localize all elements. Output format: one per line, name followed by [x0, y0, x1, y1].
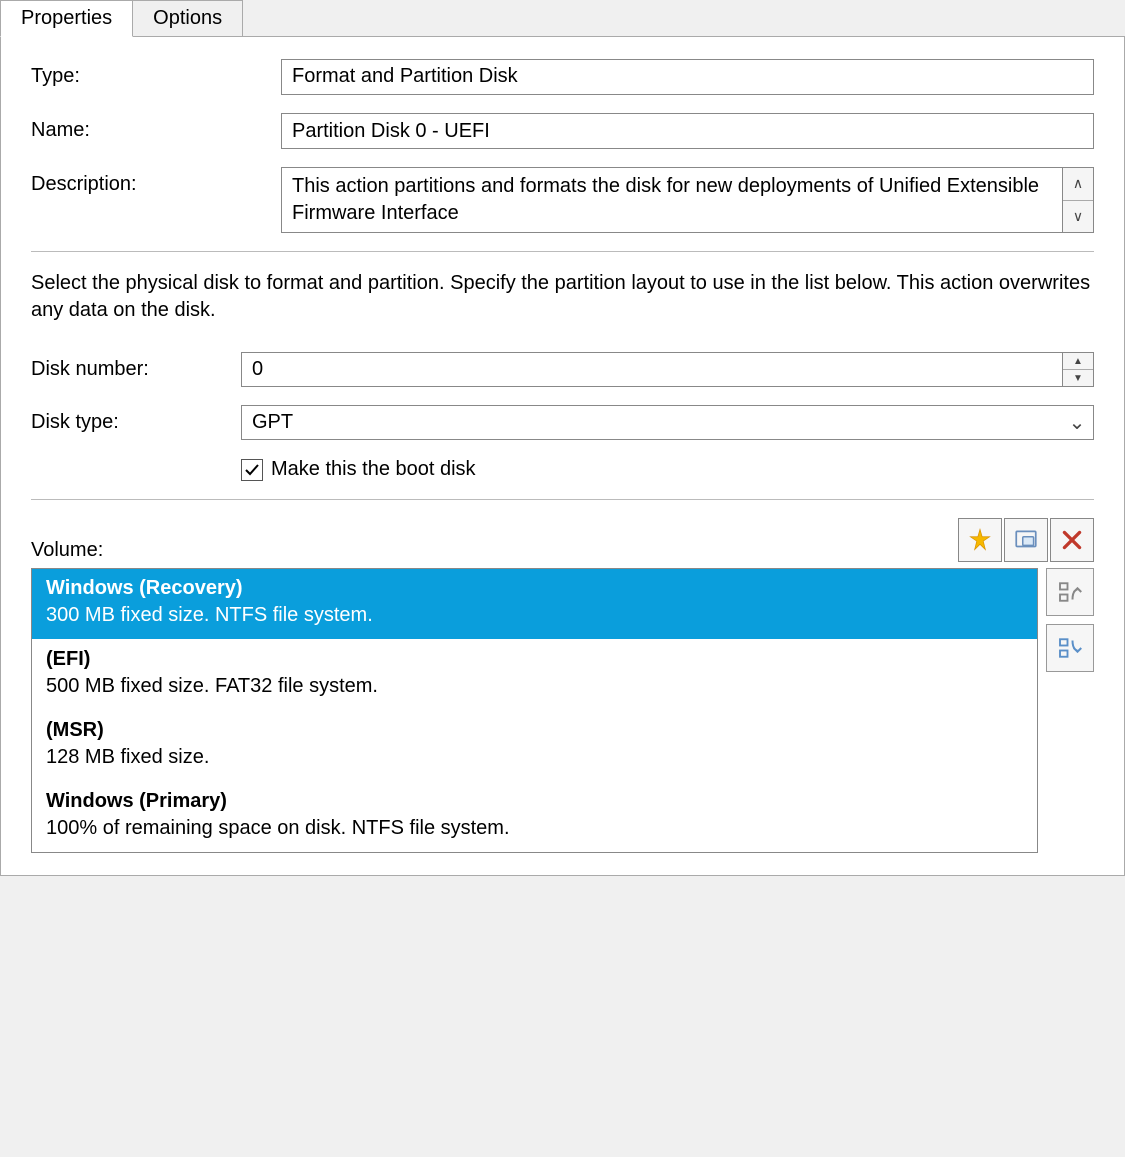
list-item[interactable]: (EFI) 500 MB fixed size. FAT32 file syste… — [32, 639, 1037, 710]
tab-options[interactable]: Options — [132, 0, 243, 36]
instruction-text: Select the physical disk to format and p… — [31, 270, 1094, 324]
name-label: Name: — [31, 113, 281, 142]
scroll-up-icon[interactable]: ∧ — [1063, 168, 1093, 201]
properties-volume-button[interactable] — [1004, 518, 1048, 562]
move-up-button[interactable] — [1046, 568, 1094, 616]
description-scroll[interactable]: ∧ ∨ — [1062, 167, 1094, 233]
volume-title: (EFI) — [46, 648, 1023, 671]
tab-properties[interactable]: Properties — [0, 0, 133, 37]
move-down-button[interactable] — [1046, 624, 1094, 672]
check-icon — [244, 462, 260, 478]
move-up-icon — [1055, 577, 1085, 607]
delete-icon — [1059, 527, 1085, 553]
type-value: Format and Partition Disk — [281, 59, 1094, 95]
description-label: Description: — [31, 167, 281, 196]
spin-down-icon[interactable]: ▼ — [1063, 370, 1093, 386]
volume-desc: 128 MB fixed size. — [46, 746, 1023, 769]
spin-up-icon[interactable]: ▲ — [1063, 353, 1093, 370]
divider — [31, 251, 1094, 252]
disk-type-select[interactable]: GPT ⌄ — [241, 405, 1094, 440]
chevron-down-icon[interactable]: ⌄ — [1061, 406, 1093, 439]
description-input[interactable]: This action partitions and formats the d… — [281, 167, 1062, 233]
disk-type-value: GPT — [242, 406, 1061, 439]
tab-strip: Properties Options — [0, 0, 1125, 37]
volume-label: Volume: — [31, 539, 103, 562]
properties-icon — [1013, 527, 1039, 553]
boot-disk-label: Make this the boot disk — [271, 458, 476, 481]
volume-desc: 500 MB fixed size. FAT32 file system. — [46, 675, 1023, 698]
type-label: Type: — [31, 59, 281, 88]
divider-2 — [31, 499, 1094, 500]
disk-type-label: Disk type: — [31, 405, 241, 434]
properties-panel: Type: Format and Partition Disk Name: De… — [0, 37, 1125, 876]
list-item[interactable]: Windows (Primary) 100% of remaining space… — [32, 781, 1037, 852]
volume-desc: 100% of remaining space on disk. NTFS fi… — [46, 817, 1023, 840]
disk-number-label: Disk number: — [31, 352, 241, 381]
disk-number-input[interactable] — [241, 352, 1062, 387]
volume-desc: 300 MB fixed size. NTFS file system. — [46, 604, 1023, 627]
star-icon — [967, 527, 993, 553]
volume-list[interactable]: Windows (Recovery) 300 MB fixed size. NTF… — [31, 568, 1038, 853]
delete-volume-button[interactable] — [1050, 518, 1094, 562]
new-volume-button[interactable] — [958, 518, 1002, 562]
volume-title: Windows (Recovery) — [46, 577, 1023, 600]
name-input[interactable] — [281, 113, 1094, 149]
volume-toolbar — [958, 518, 1094, 562]
volume-title: (MSR) — [46, 719, 1023, 742]
disk-number-spinner[interactable]: ▲ ▼ — [1062, 352, 1094, 387]
scroll-down-icon[interactable]: ∨ — [1063, 201, 1093, 233]
list-item[interactable]: (MSR) 128 MB fixed size. — [32, 710, 1037, 781]
list-item[interactable]: Windows (Recovery) 300 MB fixed size. NTF… — [32, 569, 1037, 639]
volume-title: Windows (Primary) — [46, 790, 1023, 813]
boot-disk-checkbox[interactable] — [241, 459, 263, 481]
move-down-icon — [1055, 633, 1085, 663]
